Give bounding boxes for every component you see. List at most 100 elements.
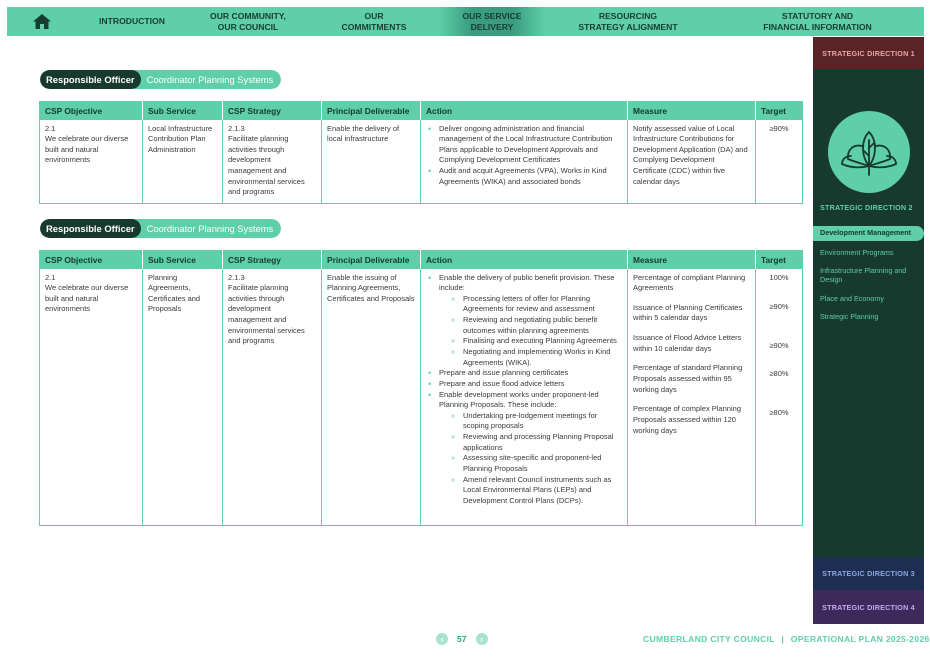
action-subitem: Undertaking pre-lodgement meetings for s… [439, 411, 622, 432]
nav-resourcing-strategy[interactable]: RESOURCING STRATEGY ALIGNMENT [545, 7, 711, 36]
target-cell: 100% ≥90% ≥90% ≥80% ≥80% [756, 269, 803, 526]
table-header-row: CSP Objective Sub Service CSP Strategy P… [39, 101, 803, 120]
footer-plan: OPERATIONAL PLAN 2025-2026 [790, 634, 930, 644]
target-value: ≥80% [769, 407, 789, 417]
nav-statutory-financial[interactable]: STATUTORY AND FINANCIAL INFORMATION [711, 7, 924, 36]
nav-our-service-delivery[interactable]: OUR SERVICE DELIVERY [439, 7, 545, 36]
col-header-csp-objective: CSP Objective [39, 101, 143, 120]
responsible-officer-value: Coordinator Planning Systems [132, 70, 282, 89]
strategic-direction-4-tab[interactable]: STRATEGIC DIRECTION 4 [813, 590, 924, 624]
home-icon [33, 14, 51, 29]
principal-deliverable-cell: Enable the issuing of Planning Agreement… [321, 268, 421, 526]
sub-service-cell: Planning Agreements, Certificates and Pr… [142, 268, 223, 526]
sd2-label: STRATEGIC DIRECTION 2 [820, 203, 913, 212]
action-text: Prepare and issue planning certificates [439, 368, 569, 378]
chevron-left-icon[interactable]: ‹ [436, 633, 448, 645]
target-value: ≥90% [769, 340, 789, 350]
action-subitem: Reviewing and negotiating public benefit… [439, 315, 622, 336]
footer-title: CUMBERLAND CITY COUNCIL | OPERATIONAL PL… [643, 634, 930, 644]
lotus-leaf-icon [828, 111, 910, 193]
action-item: Prepare and issue planning certificates [426, 368, 622, 379]
action-text: Enable the delivery of public benefit pr… [439, 272, 615, 293]
nav-label: OUR COMMUNITY, OUR COUNCIL [210, 11, 286, 32]
csp-objective-cell: 2.1 We celebrate our diverse built and n… [39, 119, 143, 204]
responsible-officer-pill: Responsible Officer Coordinator Planning… [40, 219, 282, 238]
top-navigation: INTRODUCTION OUR COMMUNITY, OUR COUNCIL … [7, 7, 924, 36]
action-cell: Enable the delivery of public benefit pr… [420, 268, 628, 526]
strategic-direction-sidebar: STRATEGIC DIRECTION 1 STRATEGIC DIRECTIO… [813, 37, 924, 624]
strategic-direction-1-tab[interactable]: STRATEGIC DIRECTION 1 [813, 37, 924, 69]
action-item: Deliver ongoing administration and finan… [426, 124, 622, 167]
sub-service-cell: Local Infrastructure Contribution Plan A… [142, 119, 223, 204]
action-item: Enable development works under proponent… [426, 390, 622, 507]
nav-label: RESOURCING STRATEGY ALIGNMENT [578, 11, 678, 32]
pagination: ‹ 57 › [436, 633, 488, 645]
sidebar-item-infrastructure-planning[interactable]: Infrastructure Planning and Design [813, 266, 924, 284]
action-subitem: Processing letters of offer for Planning… [439, 294, 622, 315]
measure-item: Issuance of Flood Advice Letters within … [633, 333, 742, 353]
measure-cell: Percentage of compliant Planning Agreeme… [627, 268, 756, 526]
table-row: 2.1 We celebrate our diverse built and n… [39, 119, 803, 204]
table-row: 2.1 We celebrate our diverse built and n… [39, 268, 803, 526]
action-subitem: Assessing site-specific and proponent-le… [439, 453, 622, 474]
col-header-action: Action [420, 101, 628, 120]
nav-label: OUR SERVICE DELIVERY [462, 11, 522, 32]
col-header-csp-objective: CSP Objective [39, 250, 143, 269]
action-text: Enable development works under proponent… [439, 389, 599, 410]
strategic-direction-3-tab[interactable]: STRATEGIC DIRECTION 3 [813, 557, 924, 590]
sd4-label: STRATEGIC DIRECTION 4 [822, 602, 915, 612]
nav-introduction[interactable]: INTRODUCTION [77, 7, 187, 36]
nav-our-community[interactable]: OUR COMMUNITY, OUR COUNCIL [187, 7, 309, 36]
col-header-csp-strategy: CSP Strategy [222, 101, 322, 120]
action-subitem: Finalising and executing Planning Agreem… [439, 336, 622, 347]
page-number: 57 [457, 634, 467, 644]
col-header-measure: Measure [627, 101, 756, 120]
action-item: Audit and acquit Agreements (VPA), Works… [426, 166, 622, 187]
measure-item: Issuance of Planning Certificates within… [633, 302, 743, 323]
csp-strategy-cell: 2.1.3 Facilitate planning activities thr… [222, 119, 322, 204]
csp-strategy-cell: 2.1.3 Facilitate planning activities thr… [222, 268, 322, 526]
target-value: 100% [769, 272, 789, 282]
csp-objective-cell: 2.1 We celebrate our diverse built and n… [39, 268, 143, 526]
action-sublist: Undertaking pre-lodgement meetings for s… [439, 411, 622, 507]
strategic-direction-2-panel: STRATEGIC DIRECTION 2 Development Manage… [813, 69, 924, 557]
table-header-row: CSP Objective Sub Service CSP Strategy P… [39, 250, 803, 269]
nav-our-commitments[interactable]: OUR COMMITMENTS [309, 7, 439, 36]
action-item: Prepare and issue flood advice letters [426, 379, 622, 390]
footer-council: CUMBERLAND CITY COUNCIL [643, 634, 775, 644]
service-plan-table-2: CSP Objective Sub Service CSP Strategy P… [39, 250, 803, 526]
sidebar-item-strategic-planning[interactable]: Strategic Planning [813, 313, 924, 322]
action-item: Enable the delivery of public benefit pr… [426, 273, 622, 369]
measure-item: Percentage of complex Planning Proposals… [633, 404, 741, 435]
col-header-sub-service: Sub Service [142, 250, 223, 269]
footer-separator: | [781, 634, 785, 644]
sidebar-item-place-economy[interactable]: Place and Economy [813, 294, 924, 304]
action-subitem: Reviewing and processing Planning Propos… [439, 432, 622, 453]
responsible-officer-label: Responsible Officer [40, 219, 141, 238]
measure-item: Percentage of compliant Planning Agreeme… [633, 272, 746, 293]
sidebar-item-environment-programs[interactable]: Environment Programs [813, 248, 924, 258]
sidebar-item-development-management[interactable]: Development Management [813, 226, 924, 241]
nav-label: INTRODUCTION [99, 16, 165, 27]
col-header-measure: Measure [627, 250, 756, 269]
principal-deliverable-cell: Enable the delivery of local infrastruct… [321, 119, 421, 204]
target-cell: ≥90% [769, 123, 789, 133]
chevron-right-icon[interactable]: › [475, 633, 488, 645]
service-plan-table-1: CSP Objective Sub Service CSP Strategy P… [39, 101, 803, 204]
responsible-officer-pill: Responsible Officer Coordinator Planning… [40, 70, 282, 89]
sd1-label: STRATEGIC DIRECTION 1 [822, 48, 915, 58]
measure-item: Percentage of standard Planning Proposal… [633, 363, 743, 394]
col-header-target: Target [755, 250, 803, 269]
sd2-service-list: Development Management Environment Progr… [813, 226, 924, 332]
action-subitem: Amend relevant Council instruments such … [439, 475, 622, 507]
action-subitem: Negotiating and implementing Works in Ki… [439, 347, 622, 368]
col-header-principal-deliverable: Principal Deliverable [321, 101, 421, 120]
action-cell: Deliver ongoing administration and finan… [420, 119, 628, 204]
home-button[interactable] [7, 7, 77, 36]
col-header-principal-deliverable: Principal Deliverable [321, 250, 421, 269]
action-list: Deliver ongoing administration and finan… [426, 124, 622, 188]
target-value: ≥90% [769, 301, 789, 311]
col-header-csp-strategy: CSP Strategy [222, 250, 322, 269]
action-list: Enable the delivery of public benefit pr… [426, 273, 622, 507]
nav-label: STATUTORY AND FINANCIAL INFORMATION [763, 11, 872, 32]
